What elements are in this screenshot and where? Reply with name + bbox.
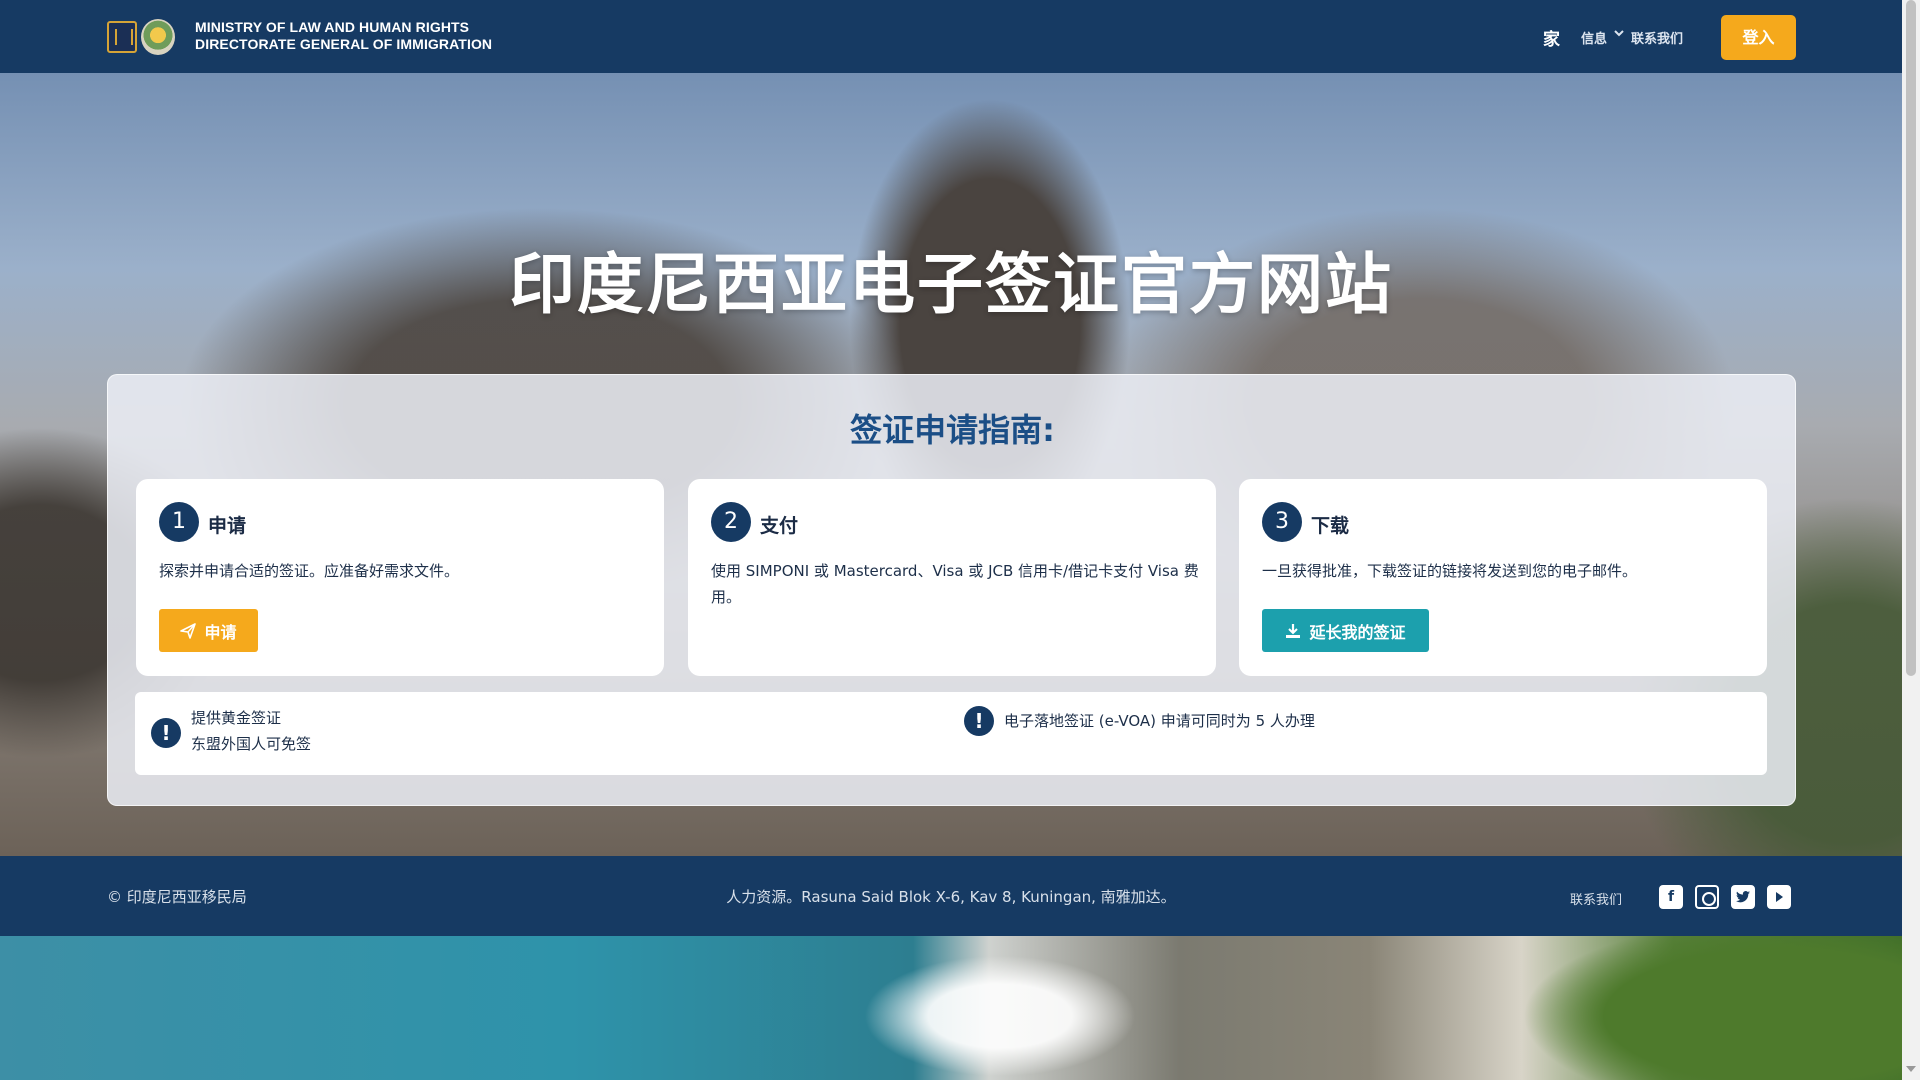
step-title: 下载 — [1311, 515, 1350, 537]
ministry-name-line2: DIRECTORATE GENERAL OF IMMIGRATION — [195, 36, 493, 52]
notice-bar: ! 提供黄金签证 东盟外国人可免签 ! 电子落地签证 (e-VOA) 申请可同时… — [135, 692, 1767, 775]
immigration-emblem-icon — [107, 21, 137, 53]
paper-plane-icon — [180, 622, 197, 639]
step-number-badge: 3 — [1262, 502, 1302, 542]
ministry-seal-icon — [141, 19, 175, 55]
step-description: 使用 SIMPONI 或 Mastercard、Visa 或 JCB 信用卡/借… — [711, 562, 1199, 606]
facebook-icon[interactable]: f — [1659, 885, 1683, 909]
step-description: 探索并申请合适的签证。应准备好需求文件。 — [159, 562, 460, 580]
exclamation-icon: ! — [964, 706, 994, 736]
apply-button[interactable]: 申请 — [159, 609, 258, 652]
chevron-down-icon[interactable] — [1613, 27, 1625, 39]
scrollbar-thumb[interactable] — [1906, 0, 1916, 676]
notice-line: 东盟外国人可免签 — [191, 735, 312, 753]
footer-contact-link[interactable]: 联系我们 — [1570, 889, 1622, 908]
step-number-badge: 1 — [159, 502, 199, 542]
login-button[interactable]: 登入 — [1721, 15, 1796, 60]
step-card-download: 3 下载 一旦获得批准，下载签证的链接将发送到您的电子邮件。 延长我的签证 — [1239, 479, 1767, 676]
play-glyph — [1776, 892, 1783, 902]
step-card-pay: 2 支付 使用 SIMPONI 或 Mastercard、Visa 或 JCB … — [688, 479, 1216, 676]
instagram-icon[interactable] — [1695, 885, 1719, 909]
ministry-logo[interactable] — [107, 19, 175, 55]
ministry-name-line1: MINISTRY OF LAW AND HUMAN RIGHTS — [195, 19, 470, 35]
apply-button-label: 申请 — [204, 622, 237, 642]
step-title: 申请 — [208, 515, 247, 537]
footer: © 印度尼西亚移民局 人力资源。Rasuna Said Blok X-6, Ka… — [0, 856, 1902, 936]
guide-title: 签证申请指南: — [850, 411, 1055, 449]
extend-visa-button[interactable]: 延长我的签证 — [1262, 609, 1429, 652]
hero-title: 印度尼西亚电子签证官方网站 — [509, 246, 1393, 323]
top-navbar: MINISTRY OF LAW AND HUMAN RIGHTS DIRECTO… — [0, 0, 1902, 73]
nav-home-link[interactable]: 家 — [1543, 25, 1560, 50]
exclamation-icon: ! — [151, 718, 181, 748]
step-description: 一旦获得批准，下载签证的链接将发送到您的电子邮件。 — [1262, 562, 1638, 580]
page-scrollbar[interactable] — [1902, 0, 1920, 1080]
twitter-icon[interactable] — [1731, 885, 1755, 909]
ministry-name: MINISTRY OF LAW AND HUMAN RIGHTS DIRECTO… — [195, 19, 492, 53]
golden-visa-notice: 提供黄金签证 东盟外国人可免签 — [191, 705, 311, 757]
evoa-notice: 电子落地签证 (e-VOA) 申请可同时为 5 人办理 — [1004, 712, 1315, 730]
scroll-down-arrow-icon[interactable] — [1906, 1066, 1916, 1072]
nav-info-dropdown[interactable]: 信息 — [1581, 28, 1607, 47]
visa-guide-panel: 签证申请指南: 1 申请 探索并申请合适的签证。应准备好需求文件。 申请 2 支… — [107, 374, 1796, 806]
hero-section: 印度尼西亚电子签证官方网站 签证申请指南: 1 申请 探索并申请合适的签证。应准… — [0, 73, 1902, 856]
nav-contact-link[interactable]: 联系我们 — [1631, 28, 1683, 47]
youtube-icon[interactable] — [1767, 885, 1791, 909]
twitter-bird-glyph — [1736, 891, 1750, 903]
extend-visa-button-label: 延长我的签证 — [1309, 622, 1406, 642]
step-card-apply: 1 申请 探索并申请合适的签证。应准备好需求文件。 申请 — [136, 479, 664, 676]
background-beach-image — [0, 936, 1902, 1080]
notice-line: 提供黄金签证 — [191, 709, 282, 727]
download-icon — [1286, 623, 1301, 638]
step-title: 支付 — [760, 515, 799, 537]
step-number-badge: 2 — [711, 502, 751, 542]
